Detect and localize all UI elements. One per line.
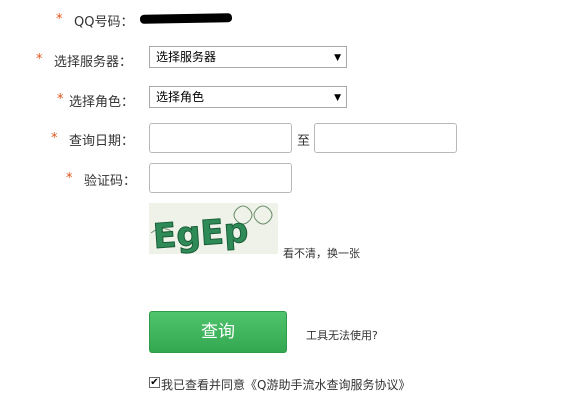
captcha-image[interactable]: EgEp	[149, 203, 278, 258]
start-date-input[interactable]	[149, 123, 292, 153]
dropdown-arrow-icon: ▼	[334, 93, 341, 103]
agree-text-wrapper: 我已查看并同意《Q游助手流水查询服务协议》	[161, 376, 410, 393]
server-select-value: 选择服务器	[156, 50, 217, 64]
captcha-art: EgEp	[149, 203, 278, 258]
required-mark: *	[36, 52, 43, 67]
qq-label: QQ号码：	[74, 15, 134, 30]
date-label: 查询日期：	[69, 134, 135, 149]
query-button[interactable]: 查询	[149, 311, 287, 353]
agree-text: 我已查看并同意	[161, 378, 246, 392]
agree-checkbox[interactable]: ✔	[149, 377, 160, 388]
end-date-input[interactable]	[314, 123, 457, 153]
role-select[interactable]: 选择角色 ▼	[149, 86, 347, 108]
captcha-label: 验证码：	[84, 174, 137, 189]
required-mark: *	[51, 131, 58, 146]
agreement-link[interactable]: 《Q游助手流水查询服务协议》	[245, 378, 410, 392]
captcha-glyphs: EgEp	[152, 211, 250, 254]
qq-number-redacted	[139, 13, 233, 24]
date-separator: 至	[297, 134, 311, 149]
refresh-captcha-link[interactable]: 看不清，换一张	[283, 245, 360, 261]
tool-help-link[interactable]: 工具无法使用?	[306, 327, 378, 343]
role-select-value: 选择角色	[156, 90, 205, 104]
required-mark: *	[57, 92, 64, 107]
required-mark: *	[66, 171, 73, 186]
role-label: 选择角色：	[69, 95, 135, 110]
dropdown-arrow-icon: ▼	[334, 53, 341, 63]
server-select[interactable]: 选择服务器 ▼	[149, 46, 347, 68]
server-label: 选择服务器：	[54, 55, 133, 70]
captcha-input[interactable]	[149, 163, 292, 193]
required-mark: *	[56, 12, 63, 27]
